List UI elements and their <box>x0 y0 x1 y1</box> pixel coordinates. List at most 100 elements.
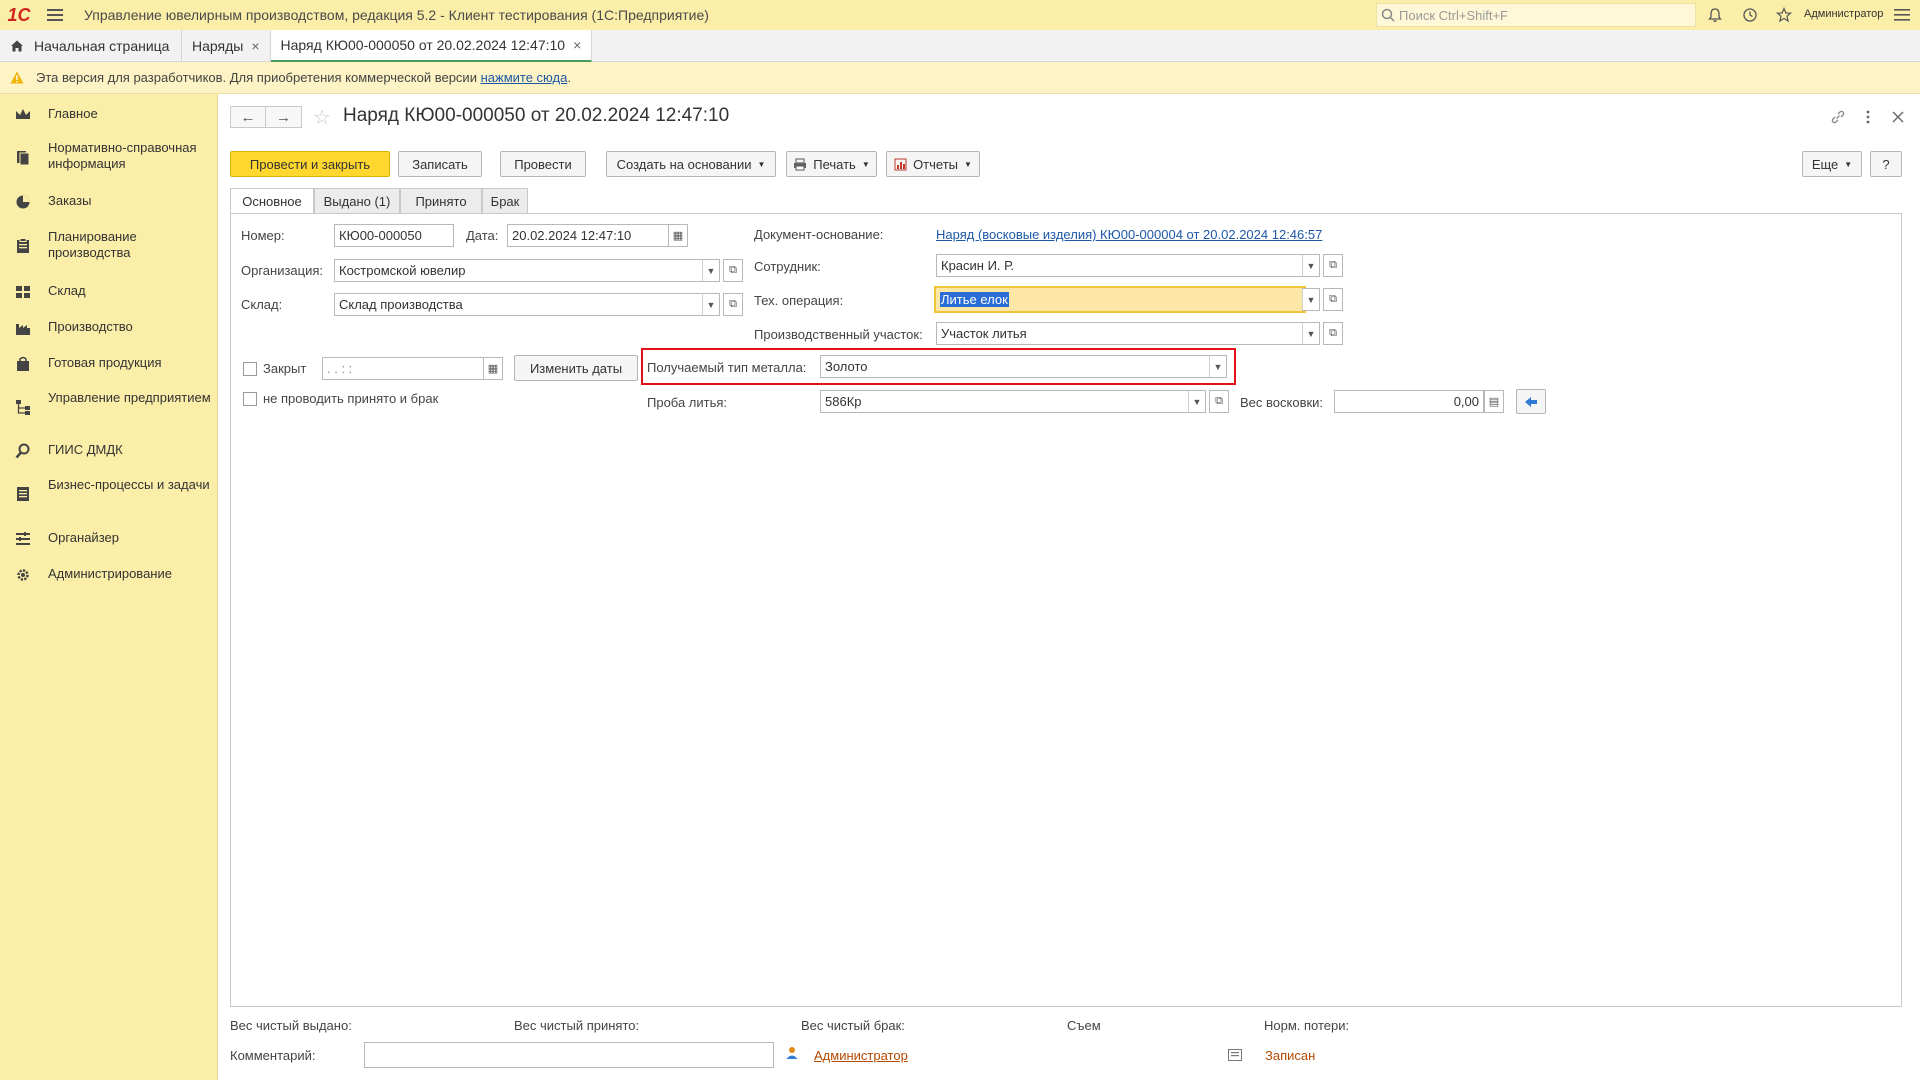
more-label: Еще <box>1811 156 1839 172</box>
note-icon <box>1228 1048 1242 1064</box>
sidebar: Главное Нормативно-справочная информация… <box>0 94 218 1080</box>
more-button[interactable]: Еще ▼ <box>1802 151 1862 177</box>
number-field[interactable]: КЮ00-000050 <box>334 224 454 247</box>
calendar-icon[interactable]: ▦ <box>483 357 503 380</box>
favorites-star-icon[interactable] <box>1774 5 1794 25</box>
comment-field[interactable] <box>364 1042 774 1068</box>
save-button[interactable]: Записать <box>398 151 482 177</box>
sidebar-item-label: Готовая продукция <box>48 355 162 370</box>
print-button[interactable]: Печать ▼ <box>786 151 877 177</box>
probe-field[interactable]: 586Кр <box>820 390 1190 413</box>
open-icon[interactable]: ⧉ <box>723 259 743 282</box>
sidebar-item-administration[interactable]: Администрирование <box>0 566 218 586</box>
tab-defect[interactable]: Брак <box>482 188 528 214</box>
open-icon[interactable]: ⧉ <box>1323 254 1343 277</box>
chevron-down-icon[interactable]: ▼ <box>1302 288 1320 311</box>
buy-link[interactable]: нажмите сюда <box>481 70 568 85</box>
tab-current-document[interactable]: Наряд КЮ00-000050 от 20.02.2024 12:47:10… <box>270 30 593 62</box>
open-icon[interactable]: ⧉ <box>1323 322 1343 345</box>
metal-type-label: Получаемый тип металла: <box>647 360 807 375</box>
chevron-down-icon[interactable]: ▼ <box>702 293 720 316</box>
tab-home[interactable]: Начальная страница <box>0 30 182 62</box>
closed-date-field[interactable]: . . : : <box>322 357 484 380</box>
open-icon[interactable]: ⧉ <box>1323 288 1343 311</box>
sidebar-item-reference[interactable]: Нормативно-справочная информация <box>0 140 218 176</box>
organizer-icon <box>16 532 30 545</box>
warning-icon <box>10 71 24 84</box>
sidebar-item-organizer[interactable]: Органайзер <box>0 530 218 550</box>
favorite-star-icon[interactable]: ☆ <box>313 105 331 130</box>
sidebar-item-production[interactable]: Производство <box>0 319 218 339</box>
employee-field[interactable]: Красин И. Р. <box>936 254 1304 277</box>
sidebar-item-warehouse[interactable]: Склад <box>0 283 218 303</box>
tab-orders[interactable]: Наряды × <box>182 30 271 62</box>
change-dates-button[interactable]: Изменить даты <box>514 355 638 381</box>
close-icon[interactable]: × <box>251 38 259 54</box>
sidebar-item-label: Главное <box>48 106 98 121</box>
sidebar-item-finished-goods[interactable]: Готовая продукция <box>0 355 218 375</box>
create-based-on-button[interactable]: Создать на основании ▼ <box>606 151 776 177</box>
gear-icon <box>17 569 29 581</box>
bell-icon[interactable] <box>1705 5 1725 25</box>
more-vertical-icon[interactable] <box>1858 107 1878 127</box>
date-field[interactable]: 20.02.2024 12:47:10 <box>507 224 669 247</box>
operation-value: Литье елок <box>940 292 1009 307</box>
help-button[interactable]: ? <box>1870 151 1902 177</box>
main-menu-icon[interactable] <box>38 0 72 30</box>
sidebar-item-business-processes[interactable]: Бизнес-процессы и задачи <box>0 477 218 513</box>
closed-checkbox[interactable] <box>243 362 257 376</box>
chevron-down-icon[interactable]: ▼ <box>1302 322 1320 345</box>
sidebar-item-main[interactable]: Главное <box>0 106 218 126</box>
operation-field[interactable]: Литье елок <box>934 286 1306 313</box>
magnifier-icon <box>15 443 30 459</box>
printer-icon <box>794 158 807 170</box>
section-field[interactable]: Участок литья <box>936 322 1304 345</box>
author-link[interactable]: Администратор <box>814 1048 908 1063</box>
tab-received[interactable]: Принято <box>400 188 482 214</box>
post-button[interactable]: Провести <box>500 151 586 177</box>
settings-menu-icon[interactable] <box>1892 5 1912 25</box>
sidebar-item-label: Планирование производства <box>48 229 137 260</box>
organization-field[interactable]: Костромской ювелир <box>334 259 704 282</box>
chevron-down-icon[interactable]: ▼ <box>1209 355 1227 378</box>
open-icon[interactable]: ⧉ <box>1209 390 1229 413</box>
org-chart-icon <box>16 400 30 415</box>
open-icon[interactable]: ⧉ <box>723 293 743 316</box>
warehouse-label: Склад: <box>241 297 283 312</box>
current-user[interactable]: Администратор <box>1804 8 1883 20</box>
reports-button[interactable]: Отчеты ▼ <box>886 151 980 177</box>
history-icon[interactable] <box>1740 5 1760 25</box>
link-icon[interactable] <box>1828 107 1848 127</box>
sidebar-item-planning[interactable]: Планирование производства <box>0 229 218 265</box>
chevron-down-icon[interactable]: ▼ <box>1188 390 1206 413</box>
search-input[interactable]: Поиск Ctrl+Shift+F <box>1376 3 1696 27</box>
sidebar-item-label: ГИИС ДМДК <box>48 442 123 457</box>
metal-type-field[interactable]: Золото <box>820 355 1210 378</box>
sidebar-item-giis[interactable]: ГИИС ДМДК <box>0 442 218 462</box>
net-issued-label: Вес чистый выдано: <box>230 1018 352 1033</box>
factory-icon <box>16 324 30 335</box>
calendar-icon[interactable]: ▦ <box>668 224 688 247</box>
tab-issued[interactable]: Выдано (1) <box>314 188 400 214</box>
back-arrow-icon[interactable]: ← <box>230 106 266 128</box>
sidebar-item-orders[interactable]: Заказы <box>0 193 218 213</box>
document-title: Наряд КЮ00-000050 от 20.02.2024 12:47:10 <box>343 105 730 126</box>
no-post-checkbox[interactable] <box>243 392 257 406</box>
sidebar-item-label: Склад <box>48 283 86 298</box>
close-window-icon[interactable] <box>1888 107 1908 127</box>
chevron-down-icon[interactable]: ▼ <box>702 259 720 282</box>
1c-logo[interactable]: 1С <box>0 0 38 30</box>
sidebar-item-label: Производство <box>48 319 133 334</box>
sidebar-item-management[interactable]: Управление предприятием <box>0 390 218 426</box>
warehouse-field[interactable]: Склад производства <box>334 293 704 316</box>
close-icon[interactable]: × <box>573 37 581 53</box>
chevron-down-icon[interactable]: ▼ <box>1302 254 1320 277</box>
calculator-icon[interactable]: ▤ <box>1484 390 1504 413</box>
fill-weight-button[interactable] <box>1516 389 1546 414</box>
crown-icon <box>16 109 30 119</box>
post-and-close-button[interactable]: Провести и закрыть <box>230 151 390 177</box>
tab-main[interactable]: Основное <box>230 188 314 214</box>
forward-arrow-icon[interactable]: → <box>266 106 302 128</box>
basis-document-link[interactable]: Наряд (восковые изделия) КЮ00-000004 от … <box>936 227 1322 242</box>
wax-weight-field[interactable]: 0,00 <box>1334 390 1484 413</box>
